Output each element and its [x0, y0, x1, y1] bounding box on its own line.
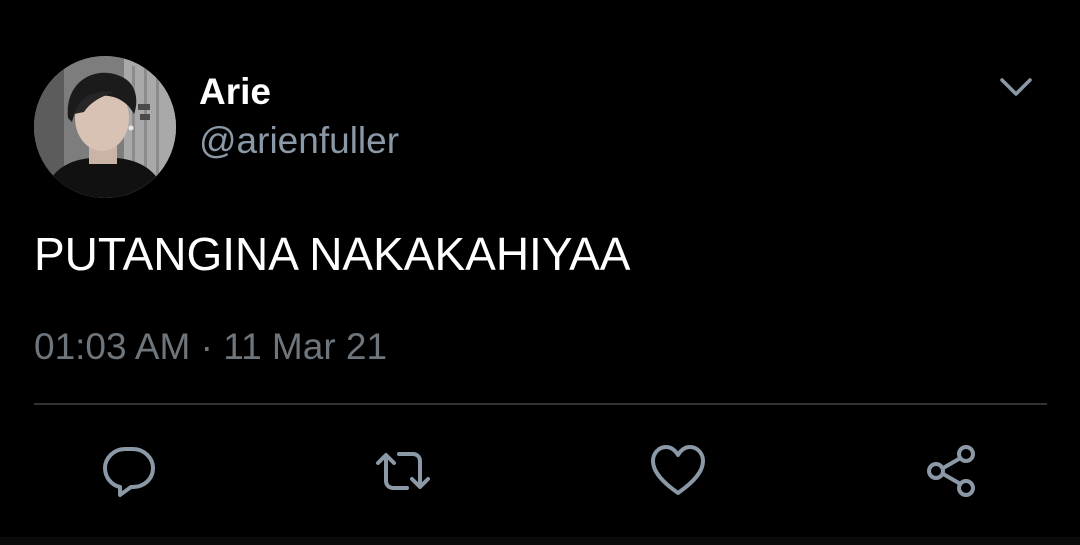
heart-icon	[651, 445, 705, 495]
author-handle[interactable]: @arienfuller	[199, 119, 399, 163]
reply-icon	[103, 447, 155, 497]
meta-separator: ·	[200, 326, 213, 367]
share-icon	[927, 445, 975, 497]
tweet-timestamp[interactable]: 01:03 AM · 11 Mar 21	[34, 324, 387, 370]
chevron-down-icon[interactable]	[996, 70, 1036, 106]
like-button[interactable]	[650, 443, 706, 499]
bottom-divider	[0, 537, 1080, 545]
author-display-name[interactable]: Arie	[199, 70, 271, 114]
tweet-text: PUTANGINA NAKAKAHIYAA	[34, 228, 631, 280]
avatar-image	[34, 56, 176, 198]
avatar[interactable]	[34, 56, 176, 198]
tweet-date: 11 Mar 21	[223, 326, 388, 367]
retweet-button[interactable]	[375, 443, 431, 499]
share-button[interactable]	[924, 443, 980, 499]
tweet-time: 01:03 AM	[34, 326, 191, 367]
tweet-card: Arie @arienfuller PUTANGINA NAKAKAHIYAA …	[0, 0, 1080, 545]
retweet-icon	[376, 452, 430, 490]
reply-button[interactable]	[101, 443, 157, 499]
divider	[34, 403, 1047, 405]
